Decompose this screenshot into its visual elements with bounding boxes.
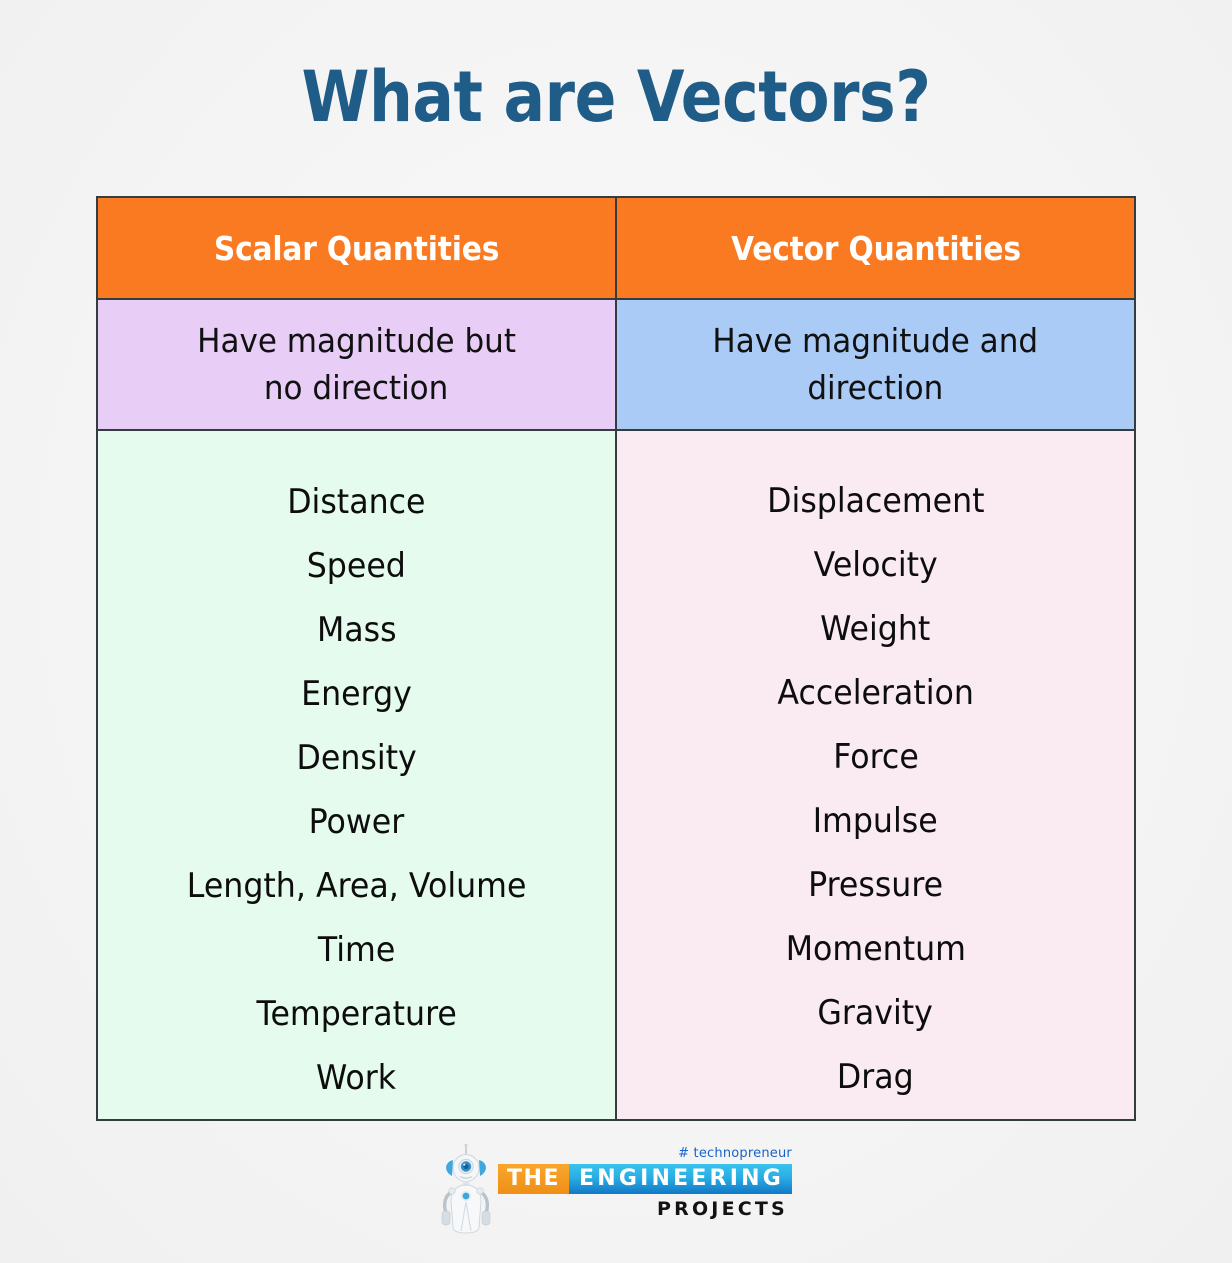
list-item-label: Speed bbox=[306, 546, 407, 586]
list-item-label: Temperature bbox=[256, 994, 457, 1034]
list-item-label: Momentum bbox=[785, 928, 966, 969]
vector-quantities-cell: Displacement Velocity Weight Acceleratio… bbox=[615, 429, 1136, 1121]
list-item-label: Force bbox=[832, 736, 919, 777]
list-item: Mass bbox=[98, 598, 615, 662]
list-item-label: Velocity bbox=[813, 544, 938, 585]
list-item-label: Weight bbox=[820, 608, 931, 649]
scalar-quantities-cell: Distance Speed Mass Energy Density Power… bbox=[96, 429, 617, 1121]
list-item: Drag bbox=[617, 1045, 1134, 1109]
list-item-label: Length, Area, Volume bbox=[186, 866, 527, 906]
list-item-label: Mass bbox=[316, 610, 397, 650]
list-item: Velocity bbox=[617, 533, 1134, 597]
list-item-label: Density bbox=[296, 738, 417, 778]
table-items-row: Distance Speed Mass Energy Density Power… bbox=[96, 429, 1136, 1121]
list-item-label: Gravity bbox=[817, 992, 934, 1033]
definition-cell-scalar: Have magnitude but no direction bbox=[96, 298, 617, 431]
robot-mascot-icon bbox=[441, 1143, 491, 1234]
list-item: Impulse bbox=[617, 789, 1134, 853]
scalar-vector-comparison-table: Scalar Quantities Vector Quantities Have… bbox=[96, 196, 1136, 1121]
page-title: What are Vectors? bbox=[301, 56, 931, 138]
definition-scalar-line-1: Have magnitude but bbox=[197, 320, 516, 360]
brand-wordmark: THE ENGINEERING bbox=[498, 1164, 792, 1195]
list-item-label: Energy bbox=[301, 674, 412, 714]
brand-logo[interactable]: # technopreneur THE ENGINEERING PROJECTS bbox=[440, 1143, 792, 1235]
comparison-table-wrapper: Scalar Quantities Vector Quantities Have… bbox=[96, 196, 1136, 1121]
list-item-label: Power bbox=[308, 802, 405, 842]
list-item: Acceleration bbox=[617, 661, 1134, 725]
vector-quantities-list: Displacement Velocity Weight Acceleratio… bbox=[617, 442, 1134, 1109]
list-item-label: Pressure bbox=[807, 864, 944, 905]
list-item: Time bbox=[98, 918, 615, 982]
list-item-label: Distance bbox=[287, 482, 426, 522]
scalar-quantities-list: Distance Speed Mass Energy Density Power… bbox=[98, 440, 615, 1110]
list-item: Momentum bbox=[617, 917, 1134, 981]
column-header-scalar-label: Scalar Quantities bbox=[213, 228, 500, 268]
column-header-vector-label: Vector Quantities bbox=[730, 228, 1021, 268]
list-item: Density bbox=[98, 726, 615, 790]
list-item-label: Acceleration bbox=[777, 672, 974, 713]
definition-scalar-line-2: no direction bbox=[264, 367, 449, 407]
definition-vector-line-1: Have magnitude and bbox=[712, 320, 1039, 360]
footer: # technopreneur THE ENGINEERING PROJECTS bbox=[0, 1143, 1232, 1235]
column-header-scalar: Scalar Quantities bbox=[96, 196, 617, 300]
list-item: Power bbox=[98, 790, 615, 854]
list-item: Pressure bbox=[617, 853, 1134, 917]
list-item: Displacement bbox=[617, 469, 1134, 533]
list-item: Speed bbox=[98, 534, 615, 598]
table-definition-row: Have magnitude but no direction Have mag… bbox=[96, 298, 1136, 431]
list-item-label: Impulse bbox=[813, 800, 938, 841]
list-item-label: Drag bbox=[837, 1056, 914, 1097]
brand-projects-label: PROJECTS bbox=[657, 1198, 788, 1221]
list-item: Gravity bbox=[617, 981, 1134, 1045]
table-header-row: Scalar Quantities Vector Quantities bbox=[96, 196, 1136, 300]
list-item: Work bbox=[98, 1046, 615, 1110]
list-item-label: Work bbox=[316, 1058, 397, 1098]
list-item: Temperature bbox=[98, 982, 615, 1046]
brand-engineering-block: ENGINEERING bbox=[569, 1164, 792, 1195]
hashtag-technopreneur: # technopreneur bbox=[678, 1146, 792, 1161]
list-item: Energy bbox=[98, 662, 615, 726]
definition-cell-vector: Have magnitude and direction bbox=[615, 298, 1136, 431]
brand-the-block: THE bbox=[498, 1164, 569, 1195]
list-item-label: Displacement bbox=[766, 480, 985, 521]
list-item: Weight bbox=[617, 597, 1134, 661]
column-header-vector: Vector Quantities bbox=[615, 196, 1136, 300]
brand-text-column: # technopreneur THE ENGINEERING PROJECTS bbox=[498, 1143, 792, 1220]
list-item-label: Time bbox=[317, 930, 396, 970]
definition-vector-line-2: direction bbox=[807, 367, 944, 407]
list-item: Length, Area, Volume bbox=[98, 854, 615, 918]
list-item: Distance bbox=[98, 470, 615, 534]
list-item: Force bbox=[617, 725, 1134, 789]
